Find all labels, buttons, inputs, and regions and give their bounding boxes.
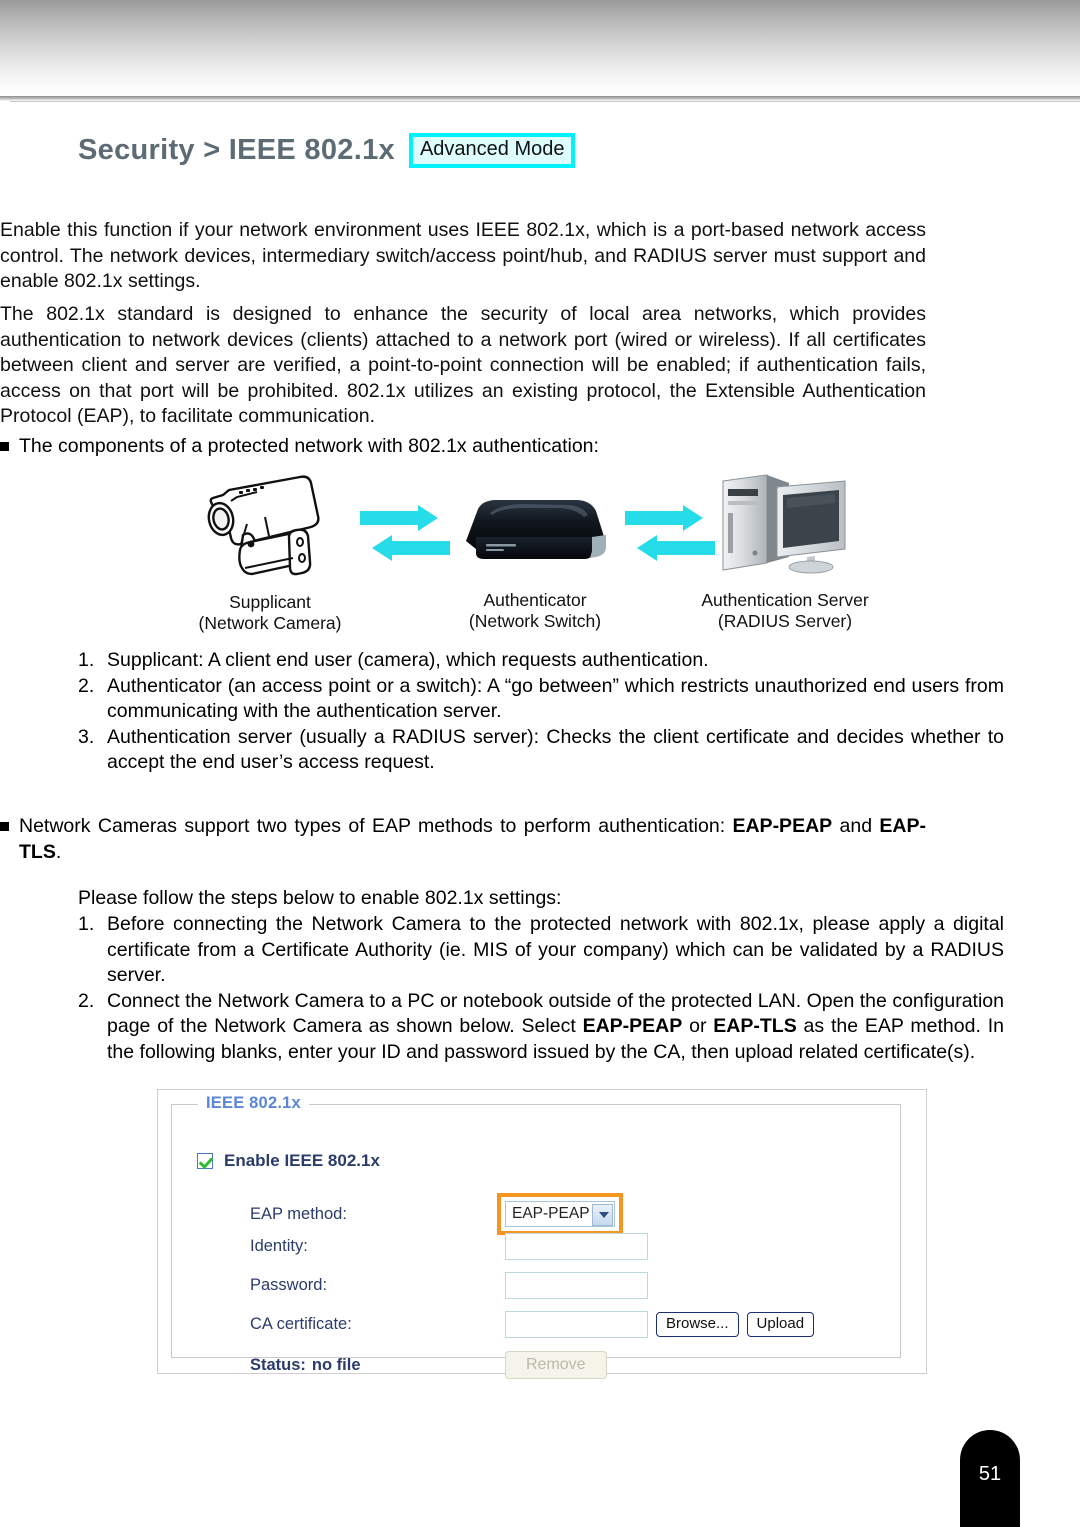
list-item: 1. Before connecting the Network Camera … bbox=[78, 912, 1004, 989]
identity-label: Identity: bbox=[250, 1237, 308, 1255]
intro-paragraph-1: Enable this function if your network env… bbox=[0, 219, 926, 292]
ca-certificate-row: CA certificate: Browse... Upload bbox=[250, 1311, 815, 1338]
identity-row: Identity: bbox=[250, 1233, 648, 1260]
diagram-label-authenticator-main: Authenticator bbox=[483, 590, 587, 610]
step2-eap-peap-bold: EAP-PEAP bbox=[582, 1015, 683, 1037]
eap-method-highlight: EAP-PEAP bbox=[497, 1193, 623, 1235]
list-item: 3. Authentication server (usually a RADI… bbox=[78, 725, 1004, 776]
ca-certificate-input[interactable] bbox=[505, 1311, 648, 1338]
list-item: 1. Supplicant: A client end user (camera… bbox=[78, 648, 1004, 674]
identity-input[interactable] bbox=[505, 1233, 648, 1260]
bullet-eap-methods-text: Network Cameras support two types of EAP… bbox=[19, 814, 926, 865]
eap-bullet-suffix: . bbox=[55, 840, 62, 863]
status-row: Status: no file Remove bbox=[250, 1351, 607, 1379]
enable-ieee8021x-checkbox[interactable] bbox=[197, 1153, 213, 1169]
list-item-number: 1. bbox=[78, 913, 95, 935]
authentication-flow-diagram: Supplicant (Network Camera) Authenticato… bbox=[175, 470, 905, 635]
bullet-eap-methods: Network Cameras support two types of EAP… bbox=[0, 814, 926, 865]
eap-bullet-mid: and bbox=[832, 815, 880, 837]
list-item-number: 2. bbox=[78, 674, 95, 697]
list-item-number: 1. bbox=[78, 649, 95, 671]
network-camera-icon bbox=[185, 472, 345, 582]
diagram-label-supplicant-sub: (Network Camera) bbox=[198, 613, 342, 633]
enable-ieee8021x-row[interactable]: Enable IEEE 802.1x bbox=[197, 1151, 380, 1171]
diagram-label-auth-server-main: Authentication Server bbox=[701, 590, 869, 610]
password-row: Password: bbox=[250, 1272, 648, 1299]
diagram-label-authenticator: Authenticator (Network Switch) bbox=[420, 590, 650, 632]
ca-certificate-label: CA certificate: bbox=[250, 1315, 352, 1333]
eap-peap-bold: EAP-PEAP bbox=[732, 815, 833, 837]
status-label: Status: bbox=[250, 1355, 306, 1374]
arrow-right-icon bbox=[360, 505, 438, 531]
radius-server-icon bbox=[715, 473, 855, 578]
advanced-mode-badge[interactable]: Advanced Mode bbox=[408, 133, 576, 168]
eap-bullet-prefix: Network Cameras support two types of EAP… bbox=[19, 815, 733, 837]
list-item-text: Before connecting the Network Camera to … bbox=[107, 913, 1004, 986]
arrow-pair-switch-server bbox=[625, 505, 715, 565]
list-item-text: Connect the Network Camera to a PC or no… bbox=[107, 989, 1004, 1066]
steps-numbered-list: 1. Before connecting the Network Camera … bbox=[78, 912, 1004, 1065]
list-item: 2. Authenticator (an access point or a s… bbox=[78, 674, 1004, 725]
breadcrumb: Security > IEEE 802.1x Advanced Mode bbox=[78, 133, 576, 168]
list-item-text: Authentication server (usually a RADIUS … bbox=[107, 725, 1004, 774]
eap-method-value: EAP-PEAP bbox=[512, 1205, 590, 1222]
bullet-components-text: The components of a protected network wi… bbox=[19, 435, 599, 457]
ieee8021x-config-panel: IEEE 802.1x Enable IEEE 802.1x EAP metho… bbox=[157, 1089, 927, 1379]
components-numbered-list: 1. Supplicant: A client end user (camera… bbox=[78, 648, 1004, 776]
page-number-tab: 51 bbox=[960, 1430, 1020, 1527]
steps-intro-line: Please follow the steps below to enable … bbox=[78, 887, 562, 909]
status-label-wrap: Status: no file bbox=[250, 1356, 505, 1375]
square-bullet-icon bbox=[0, 822, 9, 831]
list-item-number: 2. bbox=[78, 989, 95, 1012]
list-item-text: Supplicant: A client end user (camera), … bbox=[107, 649, 709, 671]
network-switch-icon bbox=[460, 495, 610, 565]
page-title: Security > IEEE 802.1x bbox=[78, 134, 395, 166]
step2-seg-2: or bbox=[682, 1015, 714, 1037]
eap-method-select[interactable]: EAP-PEAP bbox=[505, 1201, 615, 1227]
diagram-label-supplicant: Supplicant (Network Camera) bbox=[155, 592, 385, 634]
page-header-banner bbox=[0, 0, 1080, 96]
arrow-left-icon bbox=[637, 535, 715, 561]
arrow-left-icon bbox=[372, 535, 450, 561]
bullet-components-heading: The components of a protected network wi… bbox=[0, 434, 926, 460]
eap-method-row: EAP method: EAP-PEAP bbox=[250, 1193, 623, 1235]
arrow-right-icon bbox=[625, 505, 703, 531]
diagram-label-auth-server-sub: (RADIUS Server) bbox=[717, 611, 853, 631]
password-label: Password: bbox=[250, 1276, 328, 1294]
arrow-pair-camera-switch bbox=[360, 505, 450, 565]
square-bullet-icon bbox=[0, 442, 9, 451]
chevron-down-icon[interactable] bbox=[591, 1203, 613, 1226]
diagram-label-auth-server: Authentication Server (RADIUS Server) bbox=[670, 590, 900, 632]
status-value: no file bbox=[311, 1355, 361, 1374]
remove-button[interactable]: Remove bbox=[505, 1351, 607, 1379]
upload-button[interactable]: Upload bbox=[746, 1312, 815, 1337]
list-item-number: 3. bbox=[78, 725, 95, 748]
step2-eap-tls-bold: EAP-TLS bbox=[713, 1015, 797, 1037]
password-input[interactable] bbox=[505, 1272, 648, 1299]
browse-button[interactable]: Browse... bbox=[656, 1312, 739, 1337]
enable-ieee8021x-label: Enable IEEE 802.1x bbox=[224, 1151, 380, 1170]
list-item: 2. Connect the Network Camera to a PC or… bbox=[78, 989, 1004, 1066]
page-number: 51 bbox=[978, 1463, 1002, 1485]
ieee8021x-fieldset: IEEE 802.1x Enable IEEE 802.1x EAP metho… bbox=[171, 1094, 901, 1379]
fieldset-legend: IEEE 802.1x bbox=[198, 1094, 309, 1113]
diagram-label-authenticator-sub: (Network Switch) bbox=[468, 611, 602, 631]
diagram-label-supplicant-main: Supplicant bbox=[229, 592, 311, 612]
intro-paragraph-2: The 802.1x standard is designed to enhan… bbox=[0, 303, 926, 427]
eap-method-label: EAP method: bbox=[250, 1204, 347, 1223]
header-divider-secondary bbox=[10, 101, 1080, 105]
list-item-text: Authenticator (an access point or a swit… bbox=[107, 674, 1004, 723]
